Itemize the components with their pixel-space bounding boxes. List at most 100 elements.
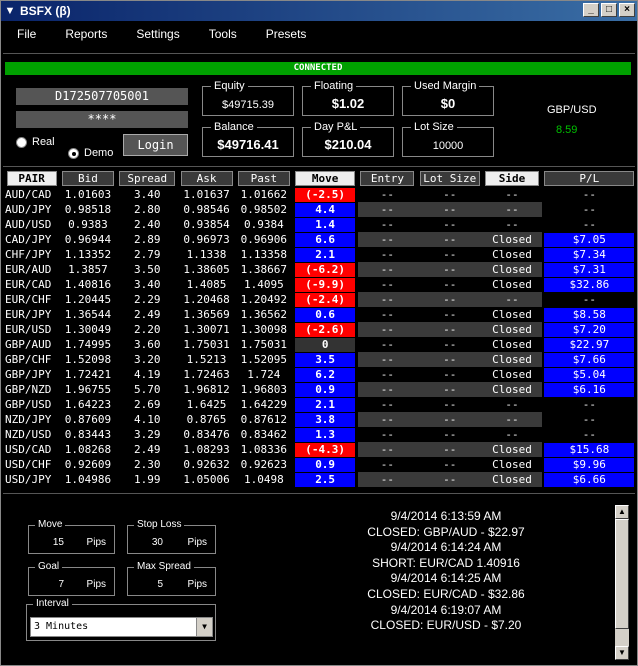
lot-size-cell: -- [443,278,457,291]
scroll-thumb[interactable] [615,519,629,629]
ask-cell: 1.08293 [183,443,230,456]
table-row[interactable]: GBP/AUD 1.74995 3.60 1.75031 1.75031 0 -- -- Clo… [4,337,637,352]
table-row[interactable]: CAD/JPY 0.96944 2.89 0.96973 0.96906 6.6 -- -- C… [4,232,637,247]
past-cell: 0.83462 [240,428,288,441]
interval-select[interactable]: 3 Minutes ▼ [30,617,213,637]
table-row[interactable]: GBP/JPY 1.72421 4.19 1.72463 1.724 6.2 -- -- Clo… [4,367,637,382]
entry-cell: -- [380,368,395,381]
column-header[interactable]: Entry [360,171,415,186]
column-header[interactable]: Bid [61,171,114,186]
table-row[interactable]: EUR/USD 1.30049 2.20 1.30071 1.30098 (-2.6) --… [4,322,637,337]
table-row[interactable]: USD/CAD 1.08268 2.49 1.08293 1.08336 (-4.3) --… [4,442,637,457]
chevron-down-icon[interactable]: ▼ [196,618,212,636]
close-button[interactable]: × [619,3,635,17]
table-row[interactable]: CHF/JPY 1.13352 2.79 1.1338 1.13358 2.1 -- -- Cl… [4,247,637,262]
column-header[interactable]: PAIR [6,171,57,186]
spread-cell: 2.49 [133,308,161,321]
side-cell: Closed [482,442,542,457]
spread-cell: 5.70 [133,383,161,396]
title-bar: ▼ BSFX (β) _ □ × [1,1,637,21]
table-row[interactable]: EUR/CHF 1.20445 2.29 1.20468 1.20492 (-2.4) --… [4,292,637,307]
lot-size-cell: -- [443,308,457,321]
ask-cell: 0.98546 [183,203,230,216]
side-cell: Closed [492,368,532,381]
stop-loss-input[interactable]: 30 [133,537,163,548]
column-header[interactable]: Ask [180,171,233,186]
radio-demo-dot[interactable] [68,147,79,159]
column-header[interactable]: Lot Size [419,171,480,186]
used-margin-box: Used Margin $0 [402,80,494,116]
connection-status: CONNECTED [5,62,631,75]
pl-cell: $8.58 [544,307,635,322]
move-cell: 2.5 [295,472,356,487]
divider [3,53,635,54]
pl-cell: -- [582,413,596,426]
maximize-button[interactable]: □ [601,3,617,17]
column-header[interactable]: Side [485,171,540,186]
table-row[interactable]: AUD/CAD 1.01603 3.40 1.01637 1.01662 (-2.5) --… [4,187,637,202]
day-pl-label: Day P&L [311,121,361,133]
menu-tools[interactable]: Tools [209,27,237,41]
pair-cell: GBP/USD [5,398,52,411]
past-cell: 0.96906 [240,233,288,246]
window-title: BSFX (β) [20,4,71,18]
table-row[interactable]: AUD/JPY 0.98518 2.80 0.98546 0.98502 4.4 -- -- -… [4,202,637,217]
table-row[interactable]: GBP/USD 1.64223 2.69 1.6425 1.64229 2.1 -- -- --… [4,397,637,412]
password-field[interactable]: **** [16,111,188,128]
table-row[interactable]: AUD/USD 0.9383 2.40 0.93854 0.9384 1.4 -- -- -- -… [4,217,637,232]
menu-file[interactable]: File [17,27,36,41]
column-header[interactable]: Spread [119,171,176,186]
spread-cell: 3.40 [133,278,161,291]
lot-size-box: Lot Size 10000 [402,121,494,157]
lot-size-cell: -- [417,442,483,457]
entry-cell: -- [380,248,395,261]
max-spread-input[interactable]: 5 [133,579,163,590]
lot-size-cell: -- [443,188,457,201]
side-cell: -- [505,218,519,231]
past-cell: 1.4095 [243,278,284,291]
table-row[interactable]: GBP/NZD 1.96755 5.70 1.96812 1.96803 0.9 -- -- C… [4,382,637,397]
spread-cell: 2.69 [133,398,161,411]
table-row[interactable]: USD/CHF 0.92609 2.30 0.92632 0.92623 0.9 -- -- C… [4,457,637,472]
ask-cell: 1.5213 [186,353,227,366]
goal-input[interactable]: 7 [34,579,64,590]
column-header[interactable]: Move [295,171,356,186]
entry-cell: -- [380,398,395,411]
log-line: SHORT: EUR/CAD 1.40916 [372,555,520,570]
bid-cell: 0.92609 [64,458,112,471]
pl-cell: $7.05 [544,232,635,247]
move-input[interactable]: 15 [34,537,64,548]
goal-control: Goal 7 Pips [28,561,115,596]
bid-cell: 1.40816 [64,278,112,291]
radio-real-dot[interactable] [16,136,27,148]
log-scrollbar[interactable]: ▲ ▼ [615,505,629,660]
table-row[interactable]: USD/JPY 1.04986 1.99 1.05006 1.0498 2.5 -- -- Cl… [4,472,637,487]
table-row[interactable]: EUR/CAD 1.40816 3.40 1.4085 1.4095 (-9.9) -- --… [4,277,637,292]
radio-real[interactable]: Real [16,136,55,148]
bid-cell: 1.08268 [64,443,112,456]
side-cell: Closed [492,458,532,471]
table-row[interactable]: GBP/CHF 1.52098 3.20 1.5213 1.52095 3.5 -- -- Cl… [4,352,637,367]
scroll-down-icon[interactable]: ▼ [615,646,629,660]
minimize-button[interactable]: _ [583,3,599,17]
radio-demo[interactable]: Demo [68,147,113,159]
menu-reports[interactable]: Reports [65,27,107,41]
column-header[interactable]: P/L [544,171,635,186]
ask-cell: 1.72463 [183,368,230,381]
table-row[interactable]: NZD/JPY 0.87609 4.10 0.8765 0.87612 3.8 -- -- --… [4,412,637,427]
menu-presets[interactable]: Presets [266,27,307,41]
login-button[interactable]: Login [123,134,188,156]
table-row[interactable]: NZD/USD 0.83443 3.29 0.83476 0.83462 1.3 -- -- -… [4,427,637,442]
account-id-field[interactable]: D172507705001 [16,88,188,105]
side-cell: -- [505,188,519,201]
table-row[interactable]: EUR/JPY 1.36544 2.49 1.36569 1.36562 0.6 -- -- C… [4,307,637,322]
pl-cell: $6.66 [544,472,635,487]
spread-cell: 2.29 [133,293,161,306]
ask-cell: 0.93854 [183,218,230,231]
table-row[interactable]: EUR/AUD 1.3857 3.50 1.38605 1.38667 (-6.2) -- -… [4,262,637,277]
pair-cell: NZD/JPY [5,413,52,426]
menu-settings[interactable]: Settings [136,27,179,41]
scroll-up-icon[interactable]: ▲ [615,505,629,519]
used-margin-label: Used Margin [411,80,480,92]
column-header[interactable]: Past [237,171,290,186]
